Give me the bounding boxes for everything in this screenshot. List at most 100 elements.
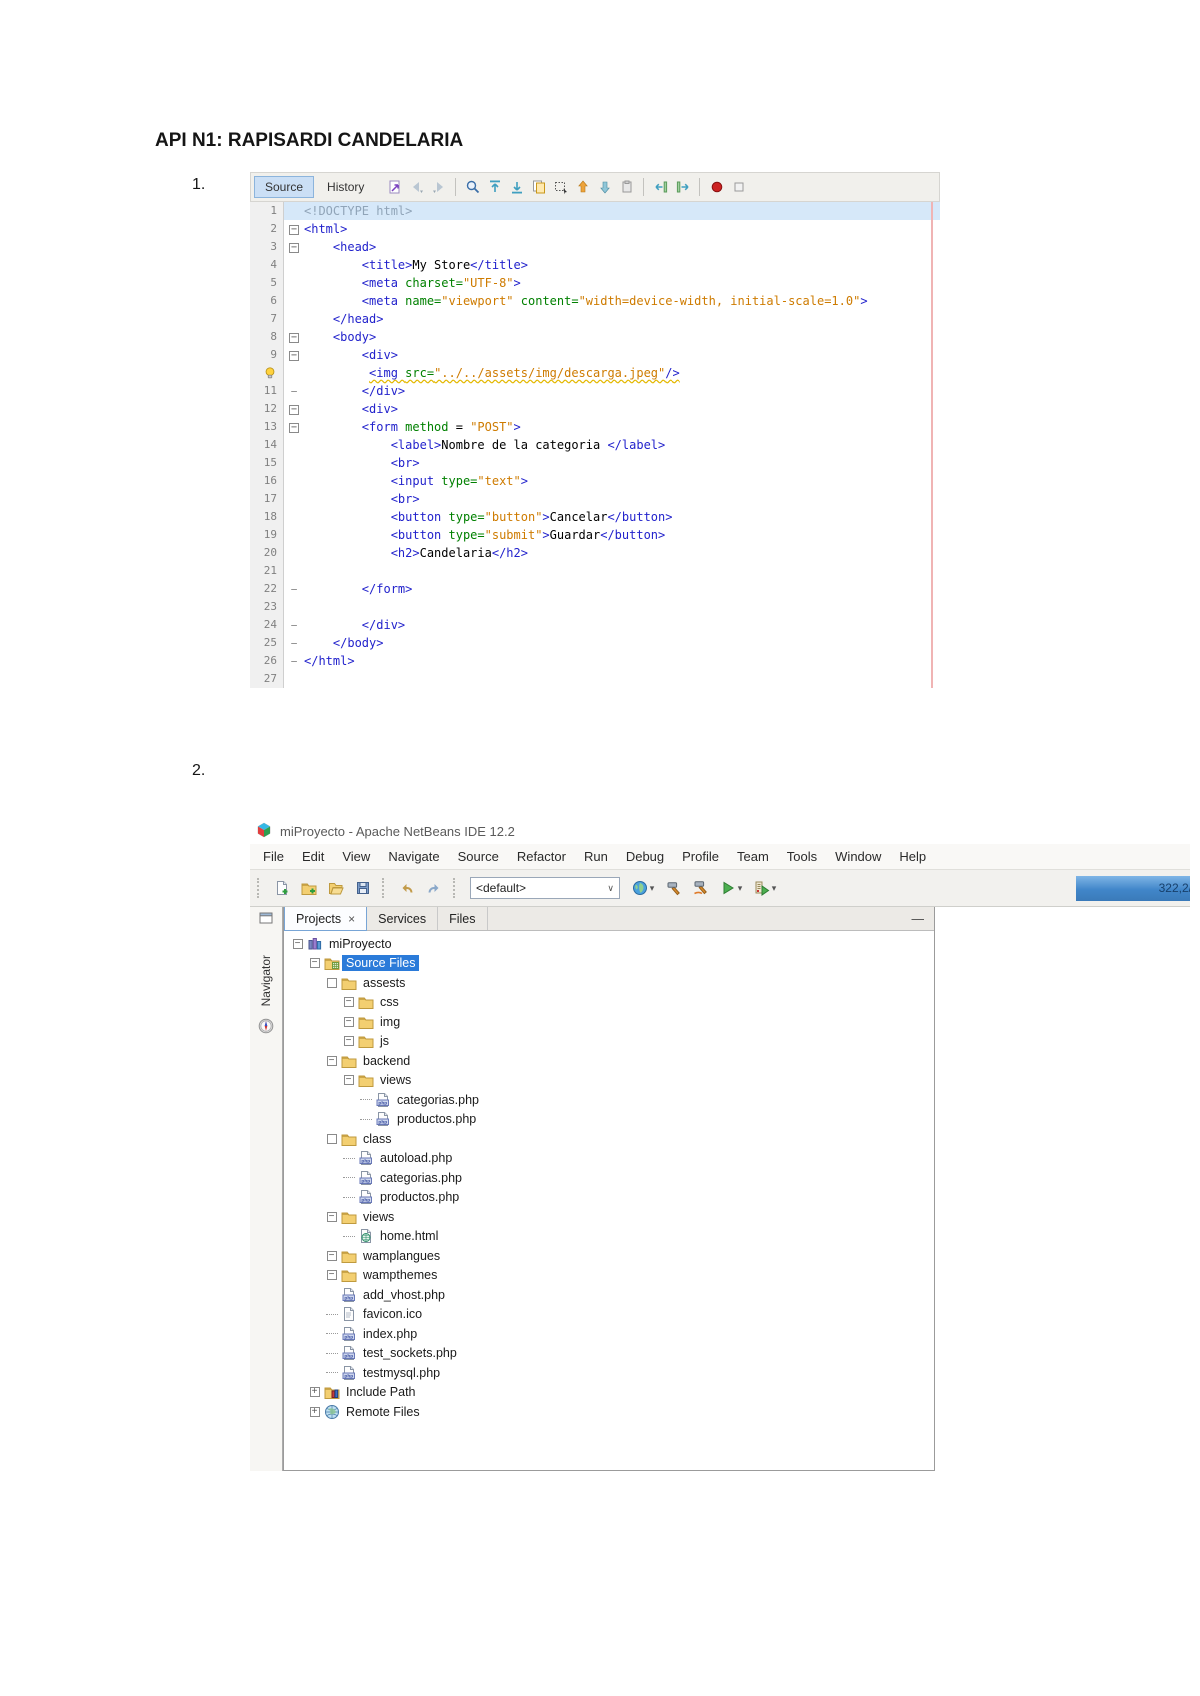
- tree-item-test-sockets-php[interactable]: php test_sockets.php: [284, 1344, 934, 1364]
- collapse-handle-icon[interactable]: −: [341, 1036, 356, 1047]
- navigator-compass-icon[interactable]: [258, 1018, 274, 1039]
- code-line-14[interactable]: 14 <label>Nombre de la categoria </label…: [250, 436, 940, 454]
- code-line-13[interactable]: 13− <form method = "POST">: [250, 418, 940, 436]
- rect-selection-icon[interactable]: [551, 178, 570, 197]
- stop-macro-icon[interactable]: [729, 178, 748, 197]
- code-line-23[interactable]: 23: [250, 598, 940, 616]
- fold-collapse-icon[interactable]: −: [284, 238, 304, 256]
- new-file-icon[interactable]: [269, 876, 294, 901]
- code-line-16[interactable]: 16 <input type="text">: [250, 472, 940, 490]
- redo-icon[interactable]: [421, 876, 446, 901]
- tree-item-views[interactable]: − views: [284, 1071, 934, 1091]
- menu-view[interactable]: View: [333, 845, 379, 868]
- next-bookmark-icon[interactable]: [595, 178, 614, 197]
- menu-source[interactable]: Source: [449, 845, 508, 868]
- tree-item-class[interactable]: class: [284, 1129, 934, 1149]
- code-line-15[interactable]: 15 <br>: [250, 454, 940, 472]
- toggle-bookmark-icon[interactable]: [617, 178, 636, 197]
- fold-collapse-icon[interactable]: −: [284, 418, 304, 436]
- tree-item-remote-files[interactable]: + Remote Files: [284, 1402, 934, 1422]
- code-line-18[interactable]: 18 <button type="button">Cancelar</butto…: [250, 508, 940, 526]
- new-project-icon[interactable]: [296, 876, 321, 901]
- menu-debug[interactable]: Debug: [617, 845, 673, 868]
- code-line-26[interactable]: 26− </html>: [250, 652, 940, 670]
- memory-indicator[interactable]: 322,2/: [1076, 875, 1190, 901]
- tree-item-img[interactable]: − img: [284, 1012, 934, 1032]
- expand-handle-icon[interactable]: +: [307, 1406, 322, 1417]
- minimize-panel-icon[interactable]: —: [902, 907, 935, 930]
- menu-navigate[interactable]: Navigate: [379, 845, 448, 868]
- build-icon[interactable]: [661, 876, 686, 901]
- code-line-25[interactable]: 25− </body>: [250, 634, 940, 652]
- back-icon[interactable]: [407, 178, 426, 197]
- clean-build-icon[interactable]: [688, 876, 713, 901]
- tree-item-backend[interactable]: − backend: [284, 1051, 934, 1071]
- configuration-select[interactable]: <default> ∨: [470, 877, 620, 899]
- find-next-icon[interactable]: [507, 178, 526, 197]
- shift-left-icon[interactable]: [651, 178, 670, 197]
- tree-item-autoload-php[interactable]: php autoload.php: [284, 1149, 934, 1169]
- code-line-19[interactable]: 19 <button type="submit">Guardar</button…: [250, 526, 940, 544]
- tree-item-views[interactable]: − views: [284, 1207, 934, 1227]
- dropdown-caret-icon[interactable]: ▾: [650, 883, 655, 894]
- collapse-handle-icon[interactable]: −: [290, 938, 305, 949]
- open-project-icon[interactable]: [323, 876, 348, 901]
- code-line-20[interactable]: 20 <h2>Candelaria</h2>: [250, 544, 940, 562]
- tree-item-add-vhost-php[interactable]: php add_vhost.php: [284, 1285, 934, 1305]
- tree-item-index-php[interactable]: php index.php: [284, 1324, 934, 1344]
- fold-collapse-icon[interactable]: −: [284, 346, 304, 364]
- save-all-icon[interactable]: [350, 876, 375, 901]
- tree-item-source-files[interactable]: − Source Files: [284, 954, 934, 974]
- close-tab-icon[interactable]: ×: [348, 912, 355, 926]
- menu-file[interactable]: File: [254, 845, 293, 868]
- dropdown-caret-icon[interactable]: ▾: [738, 883, 743, 894]
- find-previous-icon[interactable]: [485, 178, 504, 197]
- fold-collapse-icon[interactable]: −: [284, 328, 304, 346]
- toggle-highlight-icon[interactable]: [529, 178, 548, 197]
- tab-files[interactable]: Files: [438, 907, 488, 930]
- menu-run[interactable]: Run: [575, 845, 617, 868]
- collapse-handle-icon[interactable]: −: [324, 1250, 339, 1261]
- code-line-11[interactable]: 11− </div>: [250, 382, 940, 400]
- expand-handle-icon[interactable]: +: [307, 1387, 322, 1398]
- previous-bookmark-icon[interactable]: [573, 178, 592, 197]
- menu-window[interactable]: Window: [826, 845, 890, 868]
- code-line-21[interactable]: 21: [250, 562, 940, 580]
- forward-icon[interactable]: [429, 178, 448, 197]
- tab-history[interactable]: History: [316, 176, 375, 198]
- menu-help[interactable]: Help: [890, 845, 935, 868]
- collapse-handle-icon[interactable]: −: [341, 997, 356, 1008]
- tree-item-css[interactable]: − css: [284, 993, 934, 1013]
- code-line-2[interactable]: 2− <html>: [250, 220, 940, 238]
- shift-right-icon[interactable]: [673, 178, 692, 197]
- menu-refactor[interactable]: Refactor: [508, 845, 575, 868]
- code-line-1[interactable]: 1 <!DOCTYPE html>: [250, 202, 940, 220]
- collapse-handle-icon[interactable]: −: [324, 1211, 339, 1222]
- code-line-7[interactable]: 7 </head>: [250, 310, 940, 328]
- dropdown-caret-icon[interactable]: ▾: [772, 883, 777, 894]
- collapse-handle-icon[interactable]: −: [307, 958, 322, 969]
- code-line-4[interactable]: 4 <title>My Store</title>: [250, 256, 940, 274]
- menu-team[interactable]: Team: [728, 845, 778, 868]
- find-selection-icon[interactable]: [463, 178, 482, 197]
- collapse-handle-icon[interactable]: −: [324, 1055, 339, 1066]
- tree-item-categorias-php[interactable]: php categorias.php: [284, 1090, 934, 1110]
- menu-tools[interactable]: Tools: [778, 845, 826, 868]
- code-line-27[interactable]: 27: [250, 670, 940, 688]
- browser-globe-icon[interactable]: ▾: [627, 876, 659, 901]
- start-macro-icon[interactable]: [707, 178, 726, 197]
- code-line-5[interactable]: 5 <meta charset="UTF-8">: [250, 274, 940, 292]
- code-line-8[interactable]: 8− <body>: [250, 328, 940, 346]
- tree-item-assests[interactable]: assests: [284, 973, 934, 993]
- tree-item-wampthemes[interactable]: − wampthemes: [284, 1266, 934, 1286]
- debug-icon[interactable]: ▾: [749, 876, 781, 901]
- undo-icon[interactable]: [394, 876, 419, 901]
- code-line-6[interactable]: 6 <meta name="viewport" content="width=d…: [250, 292, 940, 310]
- code-line-22[interactable]: 22− </form>: [250, 580, 940, 598]
- code-line-17[interactable]: 17 <br>: [250, 490, 940, 508]
- last-edited-icon[interactable]: [385, 178, 404, 197]
- tab-projects[interactable]: Projects ×: [284, 906, 368, 931]
- tree-item-categorias-php[interactable]: php categorias.php: [284, 1168, 934, 1188]
- code-line-12[interactable]: 12− <div>: [250, 400, 940, 418]
- collapse-handle-icon[interactable]: −: [341, 1016, 356, 1027]
